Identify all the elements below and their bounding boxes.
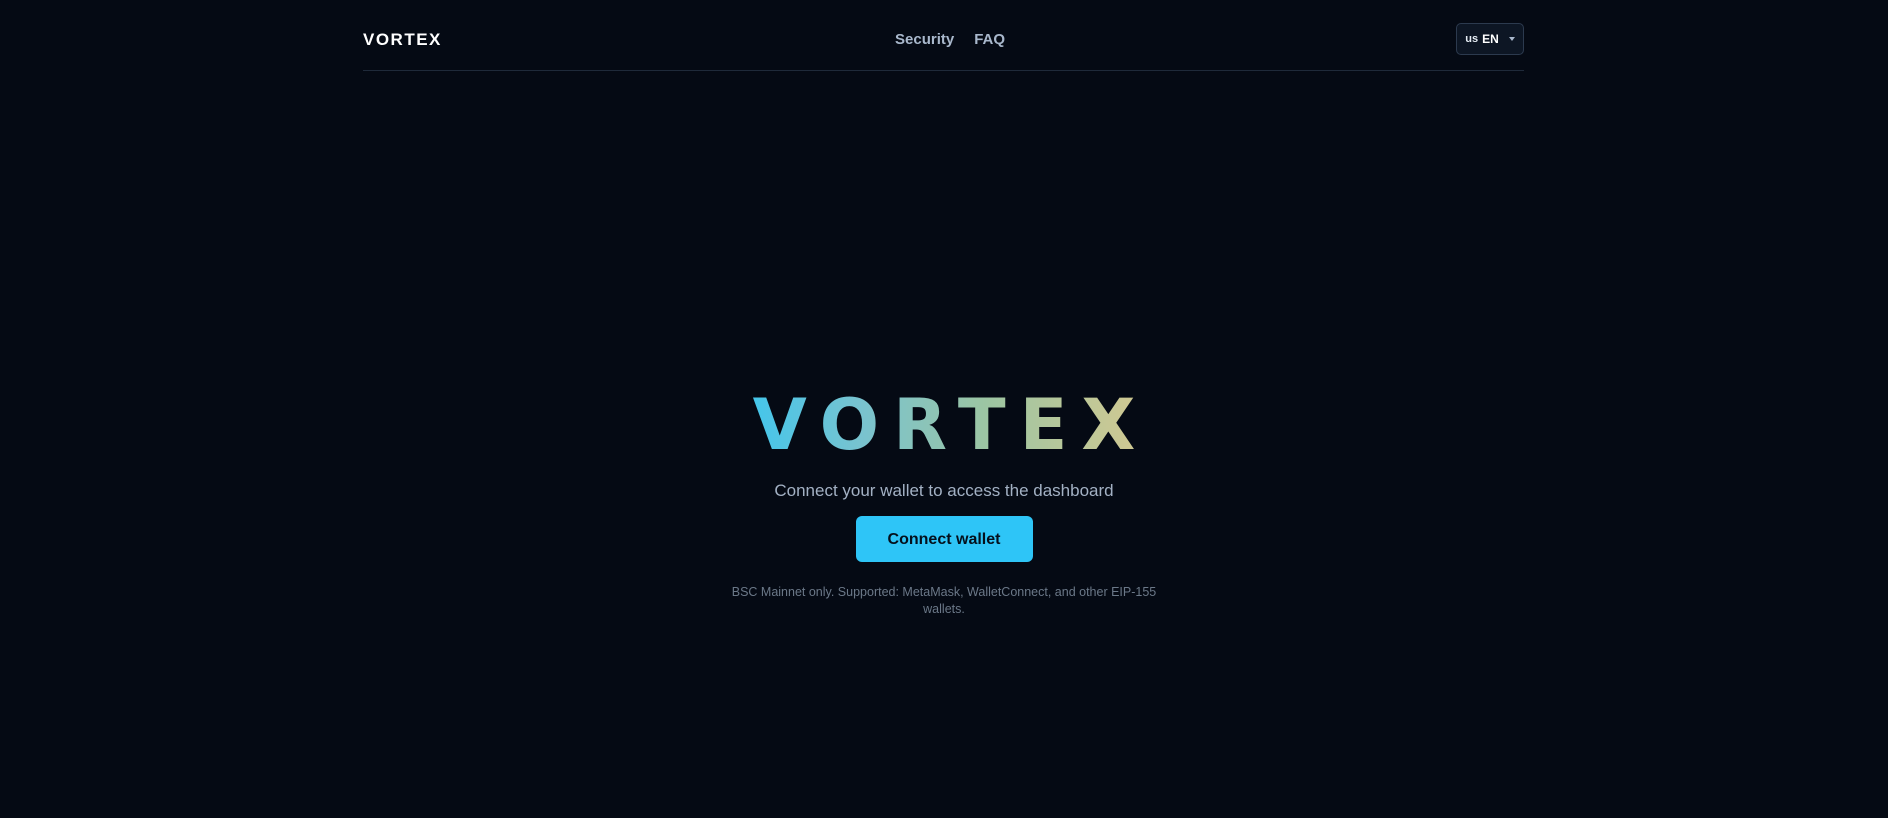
connect-wallet-button[interactable]: Connect wallet [855,516,1033,562]
nav-link-faq[interactable]: FAQ [974,31,1005,48]
language-selector[interactable]: us EN [1456,23,1524,55]
language-code: EN [1482,32,1499,46]
hero-title: VORTEX [739,385,1150,465]
hero-section: VORTEX Connect your wallet to access the… [0,385,1888,618]
chevron-down-icon [1508,37,1515,41]
us-flag-icon: us [1465,33,1479,45]
main-nav: Security FAQ [895,31,1005,48]
top-header: VORTEX Security FAQ us EN [363,0,1524,71]
hero-subtitle: Connect your wallet to access the dashbo… [774,481,1114,500]
supported-wallets-note: BSC Mainnet only. Supported: MetaMask, W… [731,585,1157,616]
nav-link-security[interactable]: Security [895,31,954,48]
brand-logo[interactable]: VORTEX [363,30,442,50]
